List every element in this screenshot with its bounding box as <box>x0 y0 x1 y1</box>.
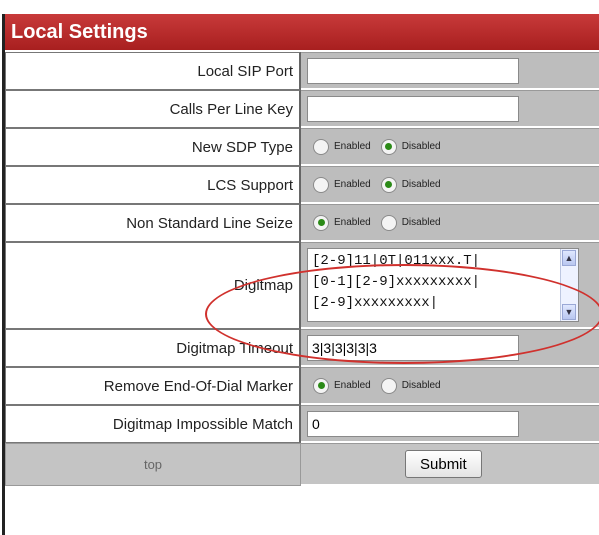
digitmap-timeout-input[interactable] <box>307 334 519 361</box>
lcs-support-disabled-radio[interactable]: Disabled <box>380 176 441 193</box>
digitmap-timeout-label: Digitmap Timeout <box>5 329 301 367</box>
end-of-dial-disabled-radio[interactable]: Disabled <box>380 377 441 394</box>
local-sip-port-label: Local SIP Port <box>5 52 301 90</box>
row-non-standard-line-seize: Non Standard Line Seize Enabled Disabled <box>5 204 599 242</box>
row-remove-end-of-dial-marker: Remove End-Of-Dial Marker Enabled Disabl… <box>5 367 599 405</box>
non-standard-line-seize-label: Non Standard Line Seize <box>5 204 301 242</box>
scroll-down-icon[interactable]: ▼ <box>562 304 576 320</box>
row-calls-per-line-key: Calls Per Line Key <box>5 90 599 128</box>
digitmap-line: [0-1][2-9]xxxxxxxxx| <box>312 274 481 290</box>
digitmap-label: Digitmap <box>5 242 301 329</box>
local-settings-panel: Local Settings Local SIP Port Calls Per … <box>2 14 599 535</box>
row-digitmap: Digitmap [2-9]11|0T|011xxx.T| [0-1][2-9]x… <box>5 242 599 329</box>
row-new-sdp-type: New SDP Type Enabled Disabled <box>5 128 599 166</box>
new-sdp-type-disabled-radio[interactable]: Disabled <box>380 138 441 155</box>
digitmap-line: [2-9]xxxxxxxxx| <box>312 295 439 311</box>
section-title: Local Settings <box>5 14 599 52</box>
remove-end-of-dial-marker-label: Remove End-Of-Dial Marker <box>5 367 301 405</box>
digitmap-textarea[interactable]: [2-9]11|0T|011xxx.T| [0-1][2-9]xxxxxxxxx|… <box>307 248 579 322</box>
row-local-sip-port: Local SIP Port <box>5 52 599 90</box>
line-seize-enabled-radio[interactable]: Enabled <box>313 214 371 231</box>
new-sdp-type-label: New SDP Type <box>5 128 301 166</box>
row-digitmap-impossible-match: Digitmap Impossible Match <box>5 405 599 443</box>
settings-table: Local SIP Port Calls Per Line Key New SD… <box>5 52 599 486</box>
lcs-support-enabled-radio[interactable]: Enabled <box>313 176 371 193</box>
row-digitmap-timeout: Digitmap Timeout <box>5 329 599 367</box>
calls-per-line-key-input[interactable] <box>307 95 519 122</box>
digitmap-line: [2-9]11|0T|011xxx.T| <box>312 253 481 269</box>
line-seize-disabled-radio[interactable]: Disabled <box>380 214 441 231</box>
submit-button[interactable]: Submit <box>405 450 482 478</box>
digitmap-impossible-match-label: Digitmap Impossible Match <box>5 405 301 443</box>
digitmap-impossible-match-input[interactable] <box>307 410 519 437</box>
end-of-dial-enabled-radio[interactable]: Enabled <box>313 377 371 394</box>
new-sdp-type-enabled-radio[interactable]: Enabled <box>313 138 371 155</box>
digitmap-scrollbar[interactable]: ▲ ▼ <box>560 249 578 321</box>
lcs-support-label: LCS Support <box>5 166 301 204</box>
top-link[interactable]: top <box>5 443 301 486</box>
row-lcs-support: LCS Support Enabled Disabled <box>5 166 599 204</box>
scroll-up-icon[interactable]: ▲ <box>562 250 576 266</box>
local-sip-port-input[interactable] <box>307 57 519 84</box>
calls-per-line-key-label: Calls Per Line Key <box>5 90 301 128</box>
footer-row: top Submit <box>5 443 599 486</box>
